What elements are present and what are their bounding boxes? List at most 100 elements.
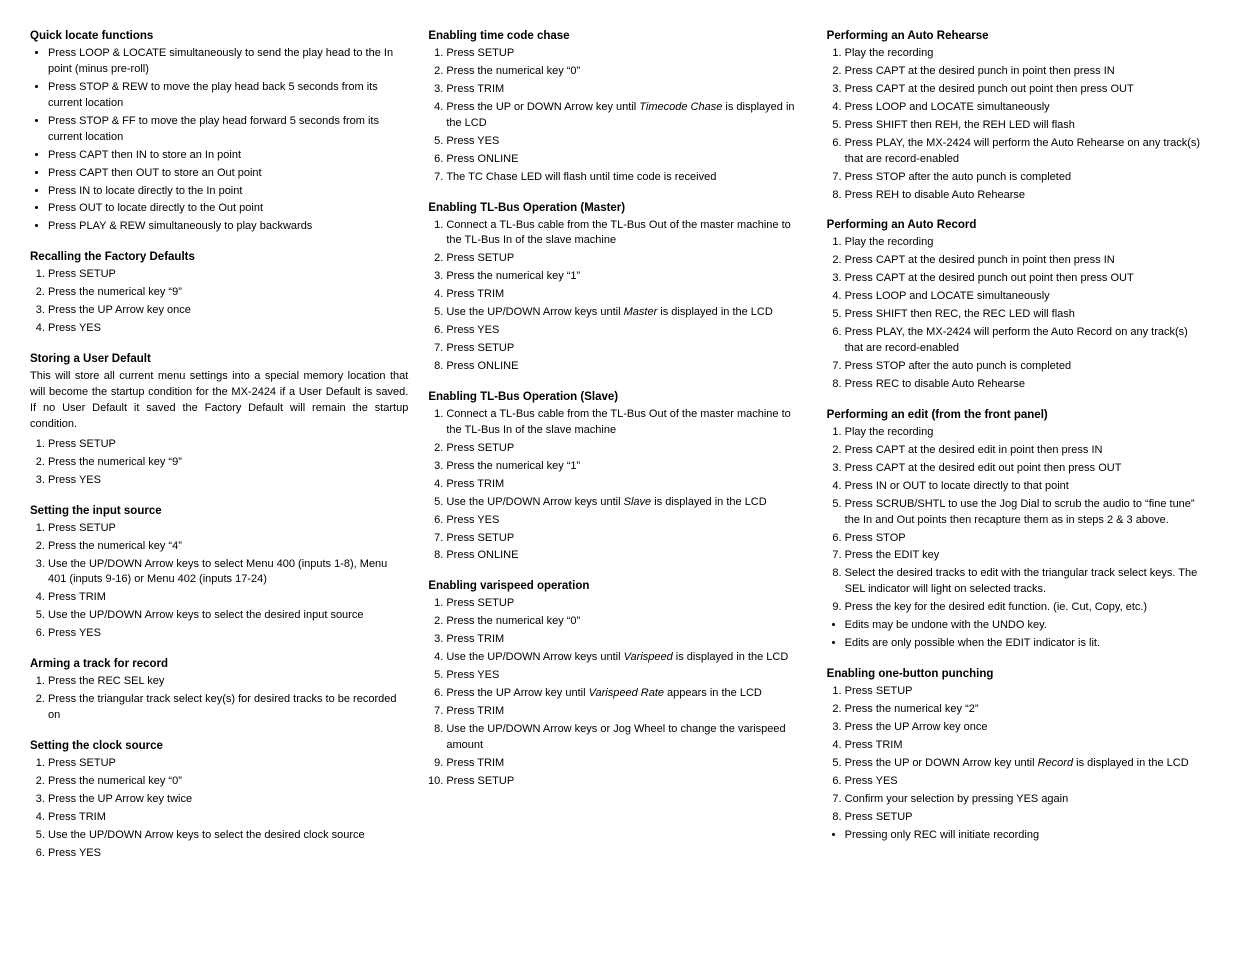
list-item: Press the numerical key “9”: [48, 285, 408, 301]
list-item: Press the numerical key “0”: [446, 614, 806, 630]
list-item: Press SETUP: [446, 341, 806, 357]
list-item: Edits may be undone with the UNDO key.: [845, 618, 1205, 634]
list-item: Use the UP/DOWN Arrow keys to select the…: [48, 608, 408, 624]
list-item: Press YES: [446, 513, 806, 529]
list-item: Press the key for the desired edit funct…: [845, 600, 1205, 616]
list-item: Press TRIM: [446, 82, 806, 98]
section-edit-front-panel: Performing an edit (from the front panel…: [827, 409, 1205, 654]
section-title-tlbus-master: Enabling TL-Bus Operation (Master): [428, 202, 806, 214]
list-item: Press CAPT then IN to store an In point: [48, 148, 408, 164]
list-item: Press CAPT at the desired punch in point…: [845, 64, 1205, 80]
section-title-arm-track: Arming a track for record: [30, 658, 408, 670]
list-item: Use the UP/DOWN Arrow keys until Master …: [446, 305, 806, 321]
list-item: Press STOP after the auto punch is compl…: [845, 170, 1205, 186]
list-item: Press IN or OUT to locate directly to th…: [845, 479, 1205, 495]
list-item: Press ONLINE: [446, 359, 806, 375]
section-title-edit-front-panel: Performing an edit (from the front panel…: [827, 409, 1205, 421]
list-item: Use the UP/DOWN Arrow keys to select Men…: [48, 557, 408, 589]
list-item: Press TRIM: [48, 810, 408, 826]
list-item: Press SETUP: [48, 437, 408, 453]
list-item: Connect a TL-Bus cable from the TL-Bus O…: [446, 407, 806, 439]
list-item: Press STOP & REW to move the play head b…: [48, 80, 408, 112]
arm-track-list: Press the REC SEL key Press the triangul…: [30, 674, 408, 724]
section-title-quick-locate: Quick locate functions: [30, 30, 408, 42]
list-item: Press the UP or DOWN Arrow key until Rec…: [845, 756, 1205, 772]
list-item: Press SETUP: [446, 441, 806, 457]
list-item: Press CAPT at the desired edit out point…: [845, 461, 1205, 477]
list-item: Press TRIM: [48, 590, 408, 606]
list-item: Press STOP & FF to move the play head fo…: [48, 114, 408, 146]
section-title-timecode-chase: Enabling time code chase: [428, 30, 806, 42]
list-item: Use the UP/DOWN Arrow keys to select the…: [48, 828, 408, 844]
section-auto-rehearse: Performing an Auto Rehearse Play the rec…: [827, 30, 1205, 205]
user-default-list: Press SETUP Press the numerical key “9” …: [30, 437, 408, 489]
section-title-factory-defaults: Recalling the Factory Defaults: [30, 251, 408, 263]
varispeed-list: Press SETUP Press the numerical key “0” …: [428, 596, 806, 789]
list-item: Press TRIM: [446, 477, 806, 493]
list-item: Use the UP/DOWN Arrow keys until Varispe…: [446, 650, 806, 666]
column-3: Performing an Auto Rehearse Play the rec…: [827, 30, 1205, 846]
list-item: Press TRIM: [446, 756, 806, 772]
list-item: Press TRIM: [845, 738, 1205, 754]
list-item: Select the desired tracks to edit with t…: [845, 566, 1205, 598]
list-item: Press TRIM: [446, 632, 806, 648]
list-item: Press YES: [48, 321, 408, 337]
quick-locate-list: Press LOOP & LOCATE simultaneously to se…: [30, 46, 408, 235]
list-item: Connect a TL-Bus cable from the TL-Bus O…: [446, 218, 806, 250]
list-item: Press TRIM: [446, 287, 806, 303]
column-2: Enabling time code chase Press SETUP Pre…: [428, 30, 806, 792]
column-1: Quick locate functions Press LOOP & LOCA…: [30, 30, 408, 864]
list-item: Press LOOP and LOCATE simultaneously: [845, 289, 1205, 305]
list-item: Press SETUP: [48, 521, 408, 537]
list-item: Press YES: [446, 134, 806, 150]
list-item: Play the recording: [845, 425, 1205, 441]
edit-front-panel-list: Play the recording Press CAPT at the des…: [827, 425, 1205, 616]
list-item: Press YES: [446, 668, 806, 684]
auto-record-list: Play the recording Press CAPT at the des…: [827, 235, 1205, 392]
list-item: Press CAPT then OUT to store an Out poin…: [48, 166, 408, 182]
section-title-one-button-punch: Enabling one-button punching: [827, 668, 1205, 680]
list-item: Press STOP after the auto punch is compl…: [845, 359, 1205, 375]
list-item: Confirm your selection by pressing YES a…: [845, 792, 1205, 808]
section-varispeed: Enabling varispeed operation Press SETUP…: [428, 580, 806, 791]
list-item: Edits are only possible when the EDIT in…: [845, 636, 1205, 652]
section-clock-source: Setting the clock source Press SETUP Pre…: [30, 740, 408, 864]
list-item: Press YES: [48, 626, 408, 642]
page-layout: Quick locate functions Press LOOP & LOCA…: [30, 30, 1205, 864]
list-item: Press YES: [48, 473, 408, 489]
list-item: Press the numerical key “1”: [446, 269, 806, 285]
section-user-default: Storing a User Default This will store a…: [30, 353, 408, 491]
list-item: Press SHIFT then REH, the REH LED will f…: [845, 118, 1205, 134]
section-tlbus-slave: Enabling TL-Bus Operation (Slave) Connec…: [428, 391, 806, 566]
list-item: Press SETUP: [446, 596, 806, 612]
timecode-chase-list: Press SETUP Press the numerical key “0” …: [428, 46, 806, 186]
tlbus-slave-list: Connect a TL-Bus cable from the TL-Bus O…: [428, 407, 806, 564]
list-item: Press SHIFT then REC, the REC LED will f…: [845, 307, 1205, 323]
list-item: Press the numerical key “1”: [446, 459, 806, 475]
list-item: Press CAPT at the desired punch in point…: [845, 253, 1205, 269]
list-item: Press SETUP: [48, 267, 408, 283]
tlbus-master-list: Connect a TL-Bus cable from the TL-Bus O…: [428, 218, 806, 375]
list-item: Press PLAY & REW simultaneously to play …: [48, 219, 408, 235]
section-title-varispeed: Enabling varispeed operation: [428, 580, 806, 592]
list-item: Press SETUP: [845, 810, 1205, 826]
list-item: Press STOP: [845, 531, 1205, 547]
list-item: Pressing only REC will initiate recordin…: [845, 828, 1205, 844]
list-item: Press REC to disable Auto Rehearse: [845, 377, 1205, 393]
list-item: Press SETUP: [446, 251, 806, 267]
list-item: Press the UP Arrow key once: [48, 303, 408, 319]
section-title-tlbus-slave: Enabling TL-Bus Operation (Slave): [428, 391, 806, 403]
section-title-auto-record: Performing an Auto Record: [827, 219, 1205, 231]
list-item: Press SETUP: [446, 531, 806, 547]
section-quick-locate: Quick locate functions Press LOOP & LOCA…: [30, 30, 408, 237]
user-default-paragraph: This will store all current menu setting…: [30, 369, 408, 433]
list-item: Press the triangular track select key(s)…: [48, 692, 408, 724]
auto-rehearse-list: Play the recording Press CAPT at the des…: [827, 46, 1205, 203]
list-item: Press PLAY, the MX-2424 will perform the…: [845, 136, 1205, 168]
section-input-source: Setting the input source Press SETUP Pre…: [30, 505, 408, 645]
list-item: The TC Chase LED will flash until time c…: [446, 170, 806, 186]
section-title-input-source: Setting the input source: [30, 505, 408, 517]
input-source-list: Press SETUP Press the numerical key “4” …: [30, 521, 408, 643]
edit-bullets-list: Edits may be undone with the UNDO key. E…: [827, 618, 1205, 652]
list-item: Press YES: [446, 323, 806, 339]
